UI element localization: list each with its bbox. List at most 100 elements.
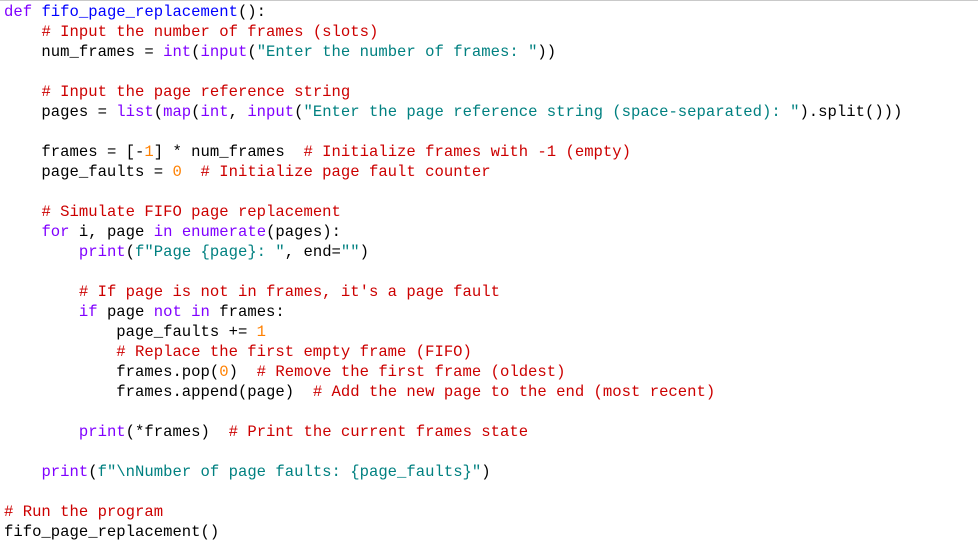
code-token: = — [144, 43, 154, 61]
code-line: ​ — [4, 262, 902, 282]
code-token: # Run the program — [4, 503, 164, 521]
code-token: map — [163, 103, 192, 121]
code-token: = [- — [106, 143, 145, 161]
code-token: pages — [4, 103, 98, 121]
code-token: input — [200, 43, 248, 61]
code-token: # If page is not in frames, it's a page … — [78, 283, 500, 301]
code-line: def fifo_page_replacement(): — [4, 2, 902, 22]
code-token: f"Page {page}: " — [135, 243, 285, 261]
code-token: "Enter the number of frames: " — [256, 43, 538, 61]
code-line: num_frames = int(input("Enter the number… — [4, 42, 902, 62]
code-line: # Replace the first empty frame (FIFO) — [4, 342, 902, 362]
code-token: def — [4, 3, 33, 21]
code-token: ( — [88, 463, 98, 481]
code-token: ( — [191, 43, 201, 61]
code-token: # Initialize frames with -1 (empty) — [303, 143, 631, 161]
code-token: print — [78, 243, 126, 261]
code-line: for i, page in enumerate(pages): — [4, 222, 902, 242]
code-token: print — [41, 463, 89, 481]
code-token: 1 — [256, 323, 267, 341]
code-token: frames — [4, 143, 107, 161]
code-token: page_faults — [4, 163, 154, 181]
code-token: int — [163, 43, 192, 61]
code-token: ] * — [153, 143, 182, 161]
code-token: # Remove the first frame (oldest) — [256, 363, 566, 381]
code-token: 0 — [172, 163, 182, 181]
code-token: fifo_page_replacement — [4, 523, 201, 541]
code-line: page_faults = 0 # Initialize page fault … — [4, 162, 902, 182]
code-line: frames.append(page) # Add the new page t… — [4, 382, 902, 402]
code-token: frames: — [209, 303, 285, 321]
code-token: "" — [340, 243, 360, 261]
code-token: # Initialize page fault counter — [200, 163, 491, 181]
code-editor[interactable]: def fifo_page_replacement(): # Input the… — [0, 0, 978, 541]
code-token: not in — [153, 303, 210, 321]
code-line: # Input the page reference string — [4, 82, 902, 102]
code-line: fifo_page_replacement() — [4, 522, 902, 542]
code-token: ) — [359, 243, 369, 261]
code-token: = — [97, 103, 107, 121]
code-token: , end= — [284, 243, 341, 261]
code-token: (page) — [237, 383, 295, 401]
code-token: num_frames — [4, 43, 145, 61]
code-token: ) — [481, 463, 491, 481]
code-token: ) — [228, 363, 238, 381]
code-token: num_frames — [181, 143, 304, 161]
code-token: print — [78, 423, 126, 441]
code-line: ​ — [4, 62, 902, 82]
code-token: 1 — [144, 143, 154, 161]
code-line: ​ — [4, 402, 902, 422]
code-line: # Simulate FIFO page replacement — [4, 202, 902, 222]
code-token: in — [153, 223, 173, 241]
code-token: ( — [247, 43, 257, 61]
code-line: # If page is not in frames, it's a page … — [4, 282, 902, 302]
code-token: f"\nNumber of page faults: {page_faults}… — [97, 463, 482, 481]
code-line: page_faults += 1 — [4, 322, 902, 342]
code-token: , — [228, 103, 248, 121]
code-line: frames = [-1] * num_frames # Initialize … — [4, 142, 902, 162]
code-token: fifo_page_replacement — [41, 3, 238, 21]
code-line: ​ — [4, 122, 902, 142]
code-line: print(f"\nNumber of page faults: {page_f… — [4, 462, 902, 482]
code-token: 0 — [219, 363, 229, 381]
code-text[interactable]: def fifo_page_replacement(): # Input the… — [4, 2, 902, 542]
code-line: # Run the program — [4, 502, 902, 522]
code-token: # Print the current frames state — [228, 423, 529, 441]
code-token: # Input the number of frames (slots) — [41, 23, 379, 41]
code-token: "Enter the page reference string (space-… — [303, 103, 800, 121]
code-token: ).split()) — [799, 103, 894, 121]
code-token: if — [78, 303, 98, 321]
code-token: (pages): — [266, 223, 341, 241]
code-token: int — [200, 103, 229, 121]
code-token: )) — [537, 43, 557, 61]
code-token: list — [116, 103, 154, 121]
code-token: = — [153, 163, 164, 181]
code-token: frames.pop — [4, 363, 210, 381]
code-token: (): — [237, 3, 267, 21]
code-line: print(f"Page {page}: ", end="") — [4, 242, 902, 262]
code-line: # Input the number of frames (slots) — [4, 22, 902, 42]
code-token: for — [41, 223, 70, 241]
code-line: pages = list(map(int, input("Enter the p… — [4, 102, 902, 122]
code-line: frames.pop(0) # Remove the first frame (… — [4, 362, 902, 382]
code-token: input — [247, 103, 295, 121]
code-token: frames.append — [4, 383, 238, 401]
code-token: # Replace the first empty frame (FIFO) — [116, 343, 472, 361]
code-token: # Input the page reference string — [41, 83, 351, 101]
